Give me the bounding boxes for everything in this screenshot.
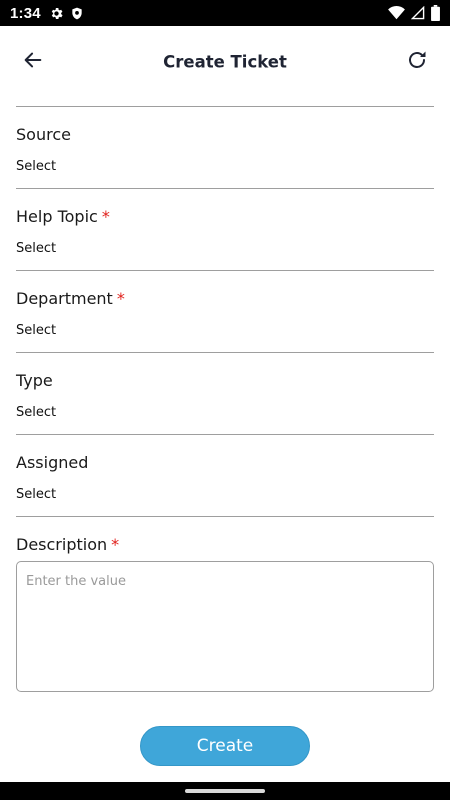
- type-label: Type: [16, 371, 53, 390]
- source-value: Select: [16, 159, 57, 174]
- required-marker: *: [101, 207, 110, 226]
- help-topic-select[interactable]: Help Topic * Select: [16, 189, 434, 271]
- refresh-icon: [405, 48, 429, 76]
- department-label-wrap: Department *: [16, 289, 125, 308]
- back-button[interactable]: [9, 38, 57, 86]
- help-topic-label: Help Topic: [16, 207, 98, 226]
- description-label: Description: [16, 535, 108, 554]
- refresh-button[interactable]: [393, 38, 441, 86]
- help-topic-label-wrap: Help Topic *: [16, 207, 110, 226]
- wifi-icon: [388, 6, 405, 20]
- home-gesture-pill[interactable]: [185, 789, 265, 793]
- status-bar: 1:34: [0, 0, 450, 26]
- battery-icon: [431, 5, 440, 21]
- type-select[interactable]: Type Select: [16, 353, 434, 435]
- status-right-icons: [388, 5, 440, 21]
- gear-icon: [49, 6, 64, 21]
- signal-icon: [411, 6, 425, 20]
- type-value: Select: [16, 405, 57, 420]
- department-label: Department: [16, 289, 113, 308]
- arrow-left-icon: [22, 49, 44, 75]
- required-marker: *: [116, 289, 125, 308]
- description-input[interactable]: [16, 561, 434, 692]
- source-select[interactable]: Source Select: [16, 107, 434, 189]
- department-select[interactable]: Department * Select: [16, 271, 434, 353]
- app-bar: Create Ticket: [0, 26, 450, 98]
- create-button[interactable]: Create: [140, 726, 310, 766]
- status-left-icons: [49, 6, 84, 21]
- description-label-wrap: Description *: [16, 535, 119, 554]
- assigned-label: Assigned: [16, 453, 89, 472]
- department-value: Select: [16, 323, 57, 338]
- required-marker: *: [111, 535, 120, 554]
- source-label: Source: [16, 125, 71, 144]
- assigned-select[interactable]: Assigned Select: [16, 435, 434, 517]
- assigned-value: Select: [16, 487, 57, 502]
- page-title: Create Ticket: [163, 52, 287, 72]
- status-time: 1:34: [10, 4, 41, 22]
- help-topic-value: Select: [16, 241, 57, 256]
- shield-icon: [70, 6, 84, 21]
